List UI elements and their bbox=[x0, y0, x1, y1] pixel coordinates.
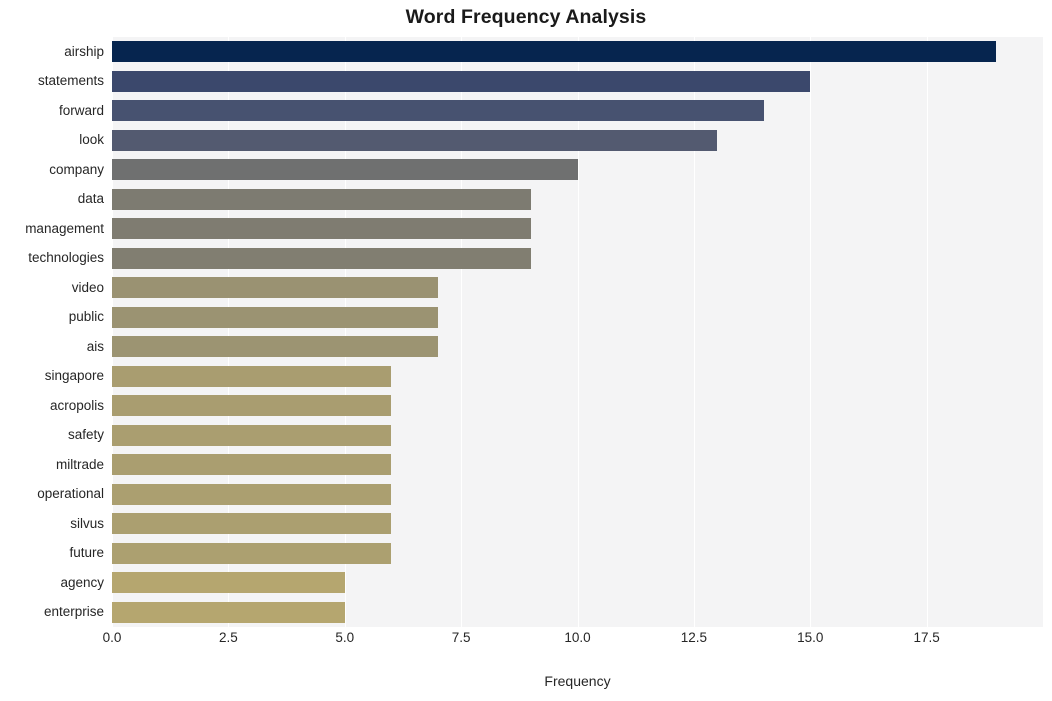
bar bbox=[112, 100, 764, 122]
y-axis-tick-label: airship bbox=[64, 43, 104, 59]
y-axis-tick-label: miltrade bbox=[55, 456, 104, 472]
y-axis-tick-label: technologies bbox=[28, 250, 104, 266]
bar bbox=[112, 306, 438, 328]
bar bbox=[112, 395, 392, 417]
bar bbox=[112, 277, 438, 299]
y-axis-tick-label: company bbox=[49, 161, 104, 177]
y-axis-tick-label: public bbox=[68, 309, 104, 325]
y-axis-tick-label: look bbox=[79, 132, 104, 148]
bar bbox=[112, 454, 392, 476]
bar bbox=[112, 542, 392, 564]
y-axis-tick-label: forward bbox=[58, 102, 104, 118]
y-axis-tick-label: silvus bbox=[70, 515, 104, 531]
bar bbox=[112, 513, 392, 535]
bar bbox=[112, 129, 718, 151]
x-axis-tick-label: 17.5 bbox=[913, 630, 940, 645]
y-axis-tick-label: ais bbox=[86, 338, 104, 354]
chart-figure: Word Frequency Analysis airship statement… bbox=[0, 0, 1052, 701]
bar bbox=[112, 424, 392, 446]
bars-layer bbox=[112, 37, 1043, 627]
x-axis-tick-label: 5.0 bbox=[335, 630, 355, 645]
bar bbox=[112, 188, 531, 210]
x-axis-title: Frequency bbox=[544, 673, 611, 689]
x-axis-tick-label: 15.0 bbox=[797, 630, 824, 645]
y-axis-tick-label: acropolis bbox=[49, 397, 104, 413]
y-axis-tick-label: statements bbox=[37, 73, 104, 89]
y-axis-tick-label: agency bbox=[60, 574, 104, 590]
bar bbox=[112, 572, 345, 594]
y-axis-tick-label: data bbox=[77, 191, 104, 207]
bar bbox=[112, 218, 531, 240]
y-axis-tick-label: video bbox=[71, 279, 104, 295]
x-axis-tick-label: 2.5 bbox=[218, 630, 238, 645]
chart-title: Word Frequency Analysis bbox=[405, 6, 647, 28]
bar bbox=[112, 41, 997, 63]
y-axis-tick-label: enterprise bbox=[43, 604, 104, 620]
y-axis-tick-label: future bbox=[69, 545, 104, 561]
y-axis-tick-label: operational bbox=[37, 486, 104, 502]
x-axis-tick-label: 7.5 bbox=[451, 630, 471, 645]
bar bbox=[112, 483, 392, 505]
bar bbox=[112, 159, 578, 181]
bar bbox=[112, 70, 811, 92]
y-axis-tick-labels: airship statements forward look company data m… bbox=[0, 37, 104, 627]
bar bbox=[112, 365, 392, 387]
y-axis-tick-label: management bbox=[25, 220, 104, 236]
bar bbox=[112, 601, 345, 623]
x-axis-tick-labels: 0.0 2.5 5.0 7.5 10.0 12.5 15.0 17.5 bbox=[103, 630, 1043, 652]
bar bbox=[112, 336, 438, 358]
x-axis-tick-label: 12.5 bbox=[680, 630, 708, 645]
plot-area bbox=[112, 37, 1043, 627]
x-axis-tick-label: 10.0 bbox=[564, 630, 591, 645]
x-axis-tick-label: 0.0 bbox=[102, 630, 122, 645]
y-axis-tick-label: safety bbox=[67, 427, 104, 443]
y-axis-tick-label: singapore bbox=[44, 368, 104, 384]
bar bbox=[112, 247, 531, 269]
